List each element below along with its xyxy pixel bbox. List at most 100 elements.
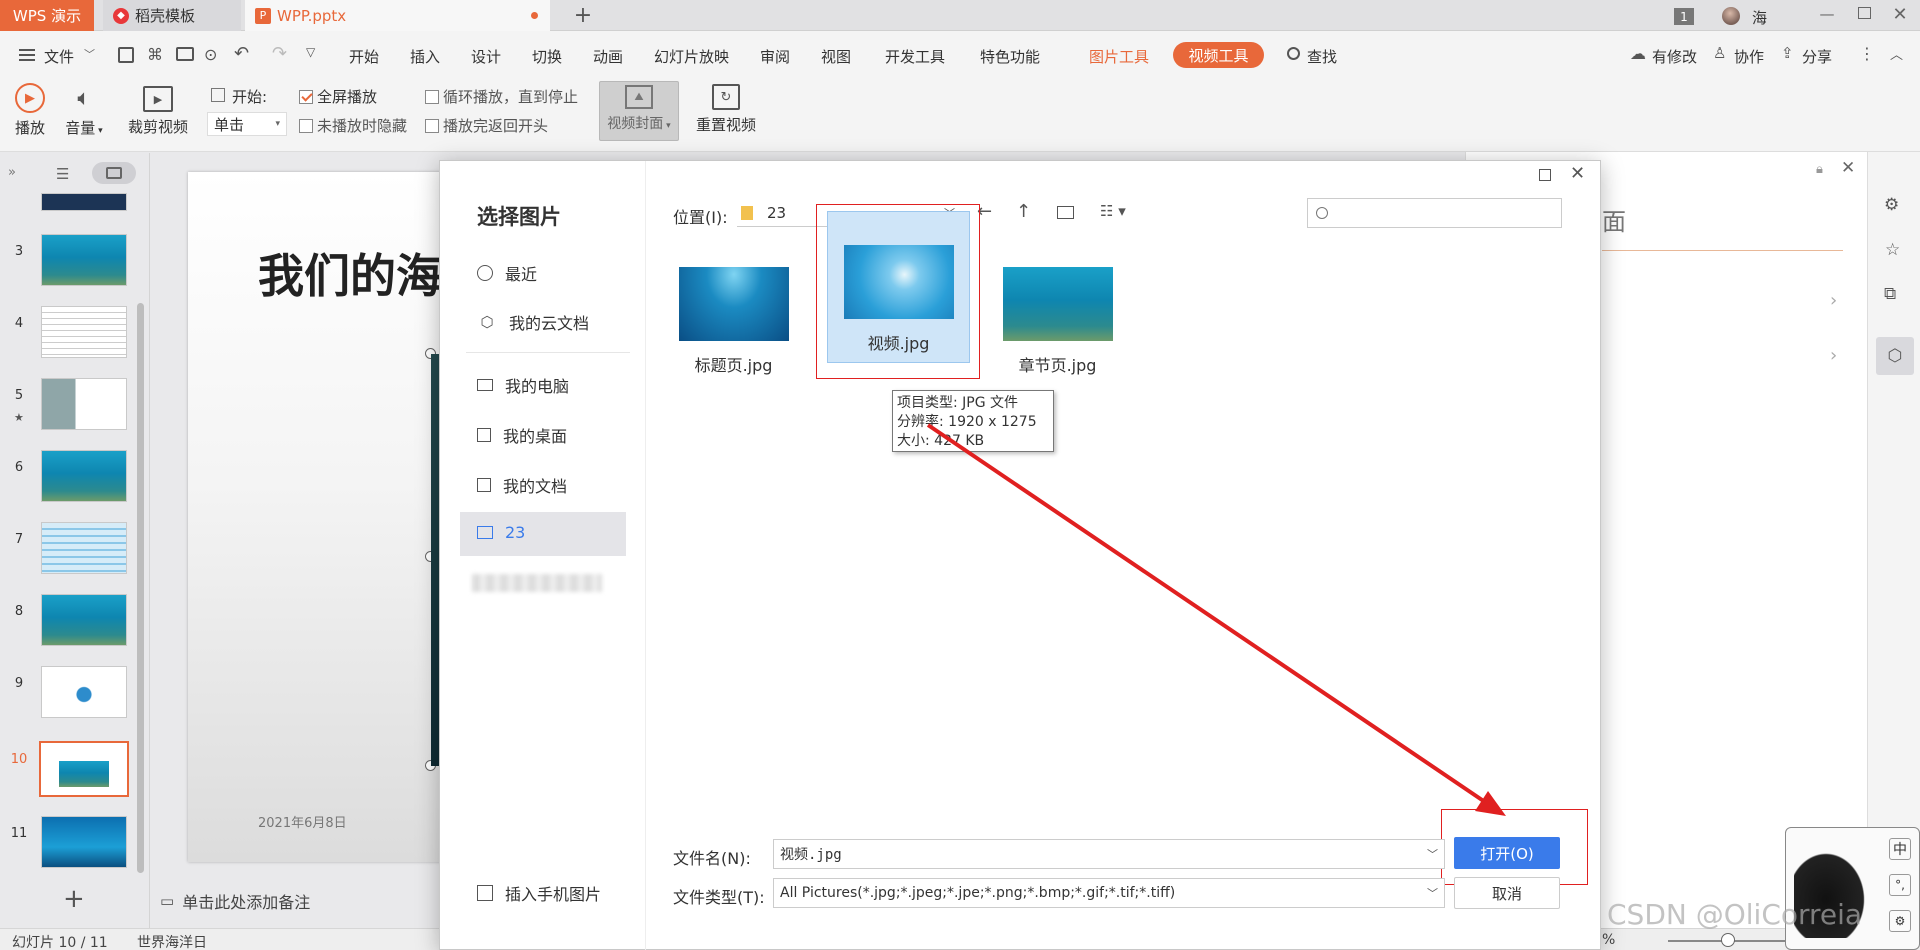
menu-tab-developer[interactable]: 开发工具 xyxy=(885,46,945,67)
expand-panel-icon[interactable]: » xyxy=(8,165,16,180)
slide-title[interactable]: 我们的海 xyxy=(258,240,442,306)
share-button[interactable]: 分享 xyxy=(1802,46,1832,67)
cancel-button[interactable]: 取消 xyxy=(1454,877,1560,909)
share-icon[interactable]: ⇪ xyxy=(1781,44,1794,62)
docer-icon: ◆ xyxy=(113,7,129,24)
cloud-sync-icon[interactable]: ☁ xyxy=(1630,44,1646,63)
reset-video-icon: ↻ xyxy=(712,84,740,110)
unsaved-dot-icon xyxy=(531,12,538,19)
open-button[interactable]: 打开(O) xyxy=(1454,837,1560,869)
select-picture-dialog: ✕ 选择图片 最近 ⬡ 我的云文档 我的电脑 我的桌面 我的文档 23 插入手机图… xyxy=(439,160,1601,950)
slide-thumbnail-2[interactable] xyxy=(41,193,127,211)
collab-button[interactable]: 协作 xyxy=(1734,46,1764,67)
search-label[interactable]: 查找 xyxy=(1307,46,1337,67)
menu-tab-design[interactable]: 设计 xyxy=(471,46,501,67)
search-icon[interactable] xyxy=(1287,47,1300,60)
hide-when-not-playing-checkbox[interactable]: 未播放时隐藏 xyxy=(299,115,407,136)
slide-canvas[interactable]: 我们的海 2021年6月8日 xyxy=(188,172,448,862)
dropdown-arrow-icon: ▾ xyxy=(275,119,280,129)
slide-date[interactable]: 2021年6月8日 xyxy=(258,812,347,831)
undo-icon[interactable]: ↶ xyxy=(234,43,249,64)
redo-icon[interactable]: ↷ xyxy=(272,43,287,64)
save-icon[interactable] xyxy=(118,47,134,63)
notes-area[interactable]: ▭ 单击此处添加备注 xyxy=(150,883,440,919)
video-cover-button[interactable]: ⛰ 视频封面 ▾ xyxy=(599,81,679,141)
filetype-select[interactable]: All Pictures(*.jpg;*.jpeg;*.jpe;*.png;*.… xyxy=(773,878,1445,908)
more-options-icon[interactable]: ⋮ xyxy=(1859,44,1875,63)
reset-video-button[interactable]: ↻ 重置视频 xyxy=(694,83,758,135)
quick-access-more-icon[interactable]: ▽ xyxy=(306,45,315,59)
menu-tab-video-tools[interactable]: 视频工具 xyxy=(1173,42,1264,68)
loop-checkbox[interactable]: 循环播放，直到停止 xyxy=(425,86,578,107)
star-icon[interactable]: ☆ xyxy=(1885,240,1900,260)
pane-title: 面 xyxy=(1602,208,1626,236)
close-window-icon[interactable]: ✕ xyxy=(1890,3,1910,25)
tab-wps-presentation[interactable]: WPS 演示 xyxy=(0,0,94,31)
menu-tab-picture-tools[interactable]: 图片工具 xyxy=(1089,46,1149,67)
volume-button[interactable]: 🔈︎ 音量 ▾ xyxy=(62,83,106,138)
watermark: CSDN @OliCorreia xyxy=(1607,898,1863,931)
collapse-ribbon-icon[interactable]: ︿ xyxy=(1890,44,1903,63)
ime-punctuation-icon[interactable]: °, xyxy=(1889,874,1911,896)
animation-star-icon: ★ xyxy=(14,411,24,424)
menu-tab-slideshow[interactable]: 幻灯片放映 xyxy=(654,46,729,67)
fullscreen-checkbox[interactable]: 全屏播放 xyxy=(299,86,377,107)
trim-video-button[interactable]: ▶ 裁剪视频 xyxy=(124,83,192,137)
menu-file[interactable]: 文件 xyxy=(44,46,74,67)
menu-tab-home[interactable]: 开始 xyxy=(349,46,379,67)
user-name: 海 xyxy=(1752,9,1768,27)
slide-thumbnail-selected[interactable] xyxy=(39,741,129,797)
settings-sliders-icon[interactable]: ⚙ xyxy=(1884,195,1899,215)
start-select[interactable]: 单击 ▾ xyxy=(207,112,287,136)
transfer-icon[interactable]: ⧉ xyxy=(1884,284,1896,304)
ime-widget[interactable]: 中 °, ⚙ xyxy=(1785,827,1920,950)
title-bar: WPS 演示 ◆ 稻壳模板 P WPP.pptx + 1 海 — ✕ xyxy=(0,0,1920,31)
filename-input[interactable]: 视频.jpg ﹀ xyxy=(773,839,1445,869)
ime-chinese-mode[interactable]: 中 xyxy=(1889,838,1911,860)
menu-tab-features[interactable]: 特色功能 xyxy=(980,46,1040,67)
menu-tab-review[interactable]: 审阅 xyxy=(760,46,790,67)
modified-status[interactable]: 有修改 xyxy=(1652,46,1697,67)
print-preview-icon[interactable]: ⊙ xyxy=(204,45,217,64)
thumbnail-view-icon[interactable] xyxy=(92,162,136,184)
slide-thumbnail[interactable] xyxy=(41,522,127,574)
zoom-slider-thumb[interactable] xyxy=(1721,933,1735,947)
tab-document[interactable]: P WPP.pptx xyxy=(245,0,550,31)
cube-icon[interactable]: ⬡ xyxy=(1876,337,1914,375)
menu-tab-animation[interactable]: 动画 xyxy=(593,46,623,67)
restore-icon[interactable] xyxy=(1858,7,1871,19)
format-painter-icon[interactable]: ⌘ xyxy=(147,45,163,64)
lock-icon[interactable]: 🔒︎ xyxy=(1816,162,1823,177)
slide-thumbnail[interactable] xyxy=(41,666,127,718)
start-label: 开始: xyxy=(232,88,268,106)
add-slide-icon[interactable]: + xyxy=(63,884,85,914)
rewind-checkbox[interactable]: 播放完返回开头 xyxy=(425,115,548,136)
slide-thumbnail[interactable] xyxy=(41,816,127,868)
collab-icon[interactable]: ♙ xyxy=(1713,44,1726,62)
tab-template[interactable]: ◆ 稻壳模板 xyxy=(103,0,241,31)
hamburger-icon[interactable] xyxy=(19,49,35,61)
outline-view-icon[interactable]: ☰ xyxy=(56,165,69,183)
slide-thumbnail[interactable] xyxy=(41,234,127,286)
chevron-down-icon: ﹀ xyxy=(1427,887,1438,900)
thumbnail-scrollbar[interactable] xyxy=(137,303,144,873)
slide-thumbnail[interactable] xyxy=(41,306,127,358)
filetype-label: 文件类型(T): xyxy=(673,888,765,907)
menu-tab-insert[interactable]: 插入 xyxy=(410,46,440,67)
start-icon xyxy=(211,88,225,102)
avatar[interactable] xyxy=(1722,7,1740,25)
minimize-icon[interactable]: — xyxy=(1818,4,1836,24)
print-icon[interactable] xyxy=(176,47,194,61)
slide-thumbnail[interactable] xyxy=(41,378,127,430)
chevron-right-icon[interactable]: › xyxy=(1830,290,1837,311)
menu-tab-view[interactable]: 视图 xyxy=(821,46,851,67)
play-button[interactable]: ▶ 播放 xyxy=(10,83,50,138)
chevron-right-icon[interactable]: › xyxy=(1830,345,1837,366)
close-pane-icon[interactable]: ✕ xyxy=(1841,158,1855,178)
zoom-percent[interactable]: % xyxy=(1602,932,1615,948)
new-tab-icon[interactable]: + xyxy=(570,2,596,28)
slide-thumbnail[interactable] xyxy=(41,450,127,502)
slide-thumbnail[interactable] xyxy=(41,594,127,646)
menu-tab-transition[interactable]: 切换 xyxy=(532,46,562,67)
slide-number: 7 xyxy=(14,532,24,547)
